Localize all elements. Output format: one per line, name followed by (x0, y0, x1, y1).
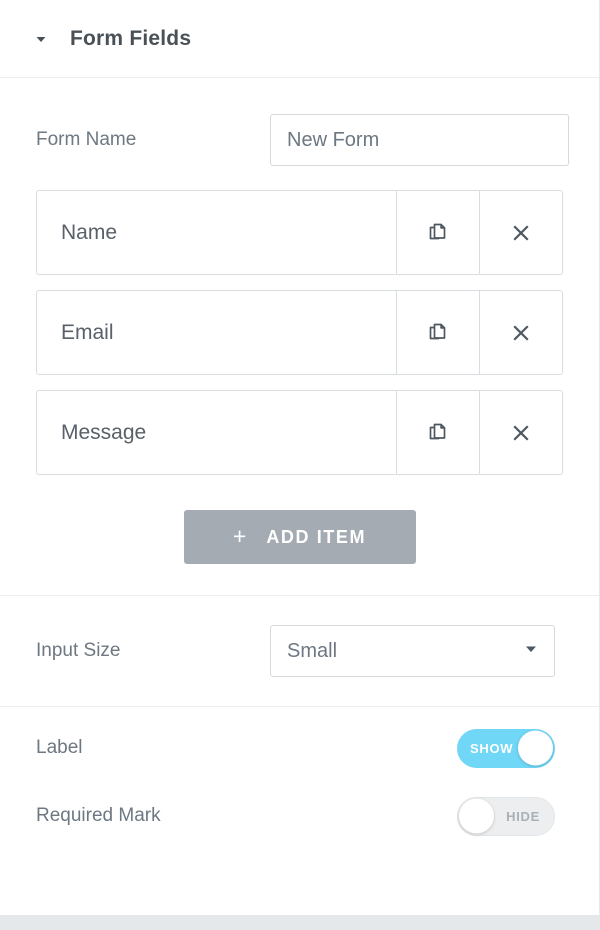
form-name-label: Form Name (36, 128, 137, 150)
required-mark-toggle-knob[interactable] (459, 798, 494, 834)
label-toggle-switch[interactable]: SHOW (457, 728, 555, 768)
label-toggle-knob[interactable] (518, 730, 553, 766)
required-mark-toggle-switch[interactable]: HIDE (457, 796, 555, 836)
duplicate-icon[interactable] (396, 391, 479, 474)
add-item-button[interactable]: + Add Item (183, 510, 416, 564)
table-row[interactable]: Message (36, 390, 563, 475)
label-toggle-label: Label (36, 736, 83, 758)
page-title: Form Fields (70, 27, 192, 50)
table-row[interactable]: Email (36, 290, 563, 375)
duplicate-icon[interactable] (396, 191, 479, 274)
table-row[interactable]: Name (36, 190, 563, 275)
duplicate-icon[interactable] (396, 291, 479, 374)
close-icon[interactable] (479, 191, 562, 274)
form-name-input[interactable] (270, 114, 569, 166)
input-size-label: Input Size (36, 639, 121, 661)
add-item-label: Add Item (266, 526, 367, 547)
close-icon[interactable] (479, 391, 562, 474)
input-size-select-wrap: Small (270, 625, 555, 677)
form-fields-repeater: Name Email Message + ADD ITEM (0, 190, 599, 595)
label-toggle-row: Label SHOW (0, 707, 599, 781)
input-size-row: Input Size Small (0, 596, 599, 706)
repeater-item-title[interactable]: Name (37, 191, 396, 274)
required-mark-state: HIDE (506, 808, 540, 824)
required-mark-toggle-row: Required Mark HIDE (0, 781, 599, 851)
add-item-container: + Add Item (36, 490, 563, 595)
repeater-item-title[interactable]: Message (37, 391, 396, 474)
form-fields-panel: Form Fields Form Name Name Email (0, 0, 600, 930)
caret-down-icon[interactable] (34, 32, 48, 46)
close-icon[interactable] (479, 291, 562, 374)
repeater-item-title[interactable]: Email (37, 291, 396, 374)
input-size-select[interactable]: Small (270, 625, 555, 677)
required-mark-label: Required Mark (36, 804, 161, 826)
section-header[interactable]: Form Fields (0, 0, 599, 78)
plus-icon: + (232, 522, 247, 549)
form-name-row: Form Name (0, 78, 599, 200)
input-size-value: Small (287, 639, 338, 662)
label-toggle-state: SHOW (470, 740, 514, 756)
bottom-strip (0, 915, 599, 930)
